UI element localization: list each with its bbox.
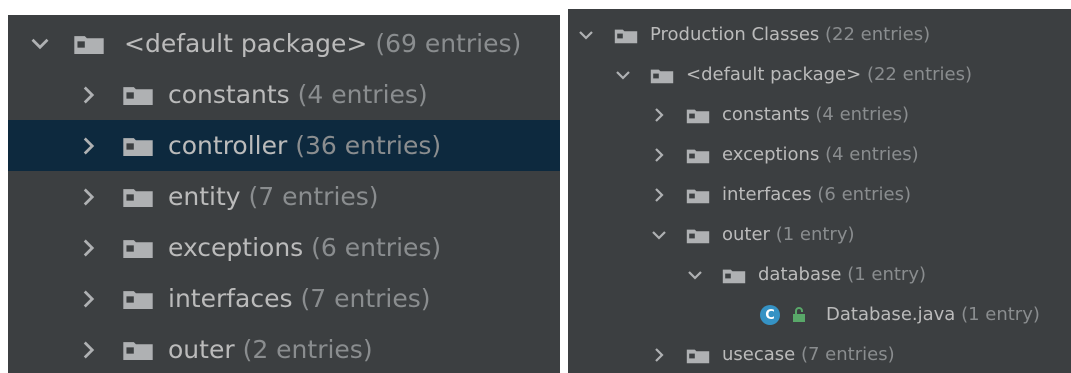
chevron-right-icon[interactable] — [76, 69, 100, 120]
tree-node-count: (36 entries) — [295, 131, 442, 160]
tree-node-count: (7 entries) — [248, 182, 379, 211]
tree-node-count: (1 entry) — [847, 264, 926, 285]
chevron-down-icon[interactable] — [614, 55, 632, 95]
class-icon: C — [760, 305, 780, 325]
tree-node-label: interfaces — [722, 184, 812, 205]
folder-icon — [650, 68, 674, 84]
tree-node-label: entity — [168, 182, 241, 211]
tree-node-count: (4 entries) — [815, 104, 909, 125]
folder-icon — [686, 228, 710, 244]
tree-node-label: usecase — [722, 344, 796, 365]
tree-node-label: interfaces — [168, 284, 293, 313]
tree-node-count: (1 entry) — [775, 224, 855, 245]
tree-node-count: (22 entries) — [866, 64, 973, 85]
tree-node-constants[interactable]: constants (4 entries) — [8, 69, 560, 120]
tree-node-count: (7 entries) — [800, 344, 895, 365]
tree-node-label: database — [758, 264, 842, 285]
tree-node-label: outer — [168, 335, 235, 364]
folder-icon — [686, 188, 710, 204]
folder-icon — [722, 268, 746, 284]
tree-node-controller[interactable]: controller (36 entries) — [8, 120, 560, 171]
chevron-right-icon[interactable] — [650, 95, 668, 135]
lock-open-icon — [792, 307, 806, 328]
chevron-down-icon[interactable] — [686, 255, 704, 295]
tree-node-production-classes[interactable]: Production Classes (22 entries) — [568, 15, 1071, 55]
tree-node-default-package[interactable]: <default package> (69 entries) — [8, 18, 560, 69]
tree-node-label: exceptions — [168, 233, 304, 262]
folder-icon — [123, 136, 153, 157]
tree-node-label: outer — [722, 224, 770, 245]
folder-icon — [123, 340, 153, 361]
folder-icon — [686, 148, 710, 164]
chevron-right-icon[interactable] — [650, 135, 668, 175]
tree-node-label: constants — [168, 80, 290, 109]
tree-node-count: (69 entries) — [375, 29, 522, 58]
tree-node-label: controller — [168, 131, 288, 160]
tree-node-outer[interactable]: outer (2 entries) — [8, 324, 560, 373]
tree-node-count: (7 entries) — [300, 284, 431, 313]
folder-icon — [686, 108, 710, 124]
tree-node-label: constants — [722, 104, 810, 125]
folder-icon — [686, 348, 710, 364]
chevron-right-icon[interactable] — [76, 324, 100, 373]
tree-node-label: Production Classes — [650, 24, 820, 45]
tree-node-count: (4 entries) — [825, 144, 919, 165]
folder-icon — [123, 85, 153, 106]
tree-node-default-package[interactable]: <default package> (22 entries) — [568, 55, 1071, 95]
tree-node-count: (6 entries) — [817, 184, 912, 205]
tree-node-count: (22 entries) — [825, 24, 931, 45]
tree-node-database[interactable]: database (1 entry) — [568, 255, 1071, 295]
chevron-right-icon[interactable] — [76, 222, 100, 273]
folder-icon — [123, 289, 153, 310]
tree-node-label: <default package> — [124, 29, 368, 58]
project-tree-right: Production Classes (22 entries) <default… — [568, 9, 1071, 373]
tree-node-count: (1 entry) — [961, 304, 1040, 325]
chevron-right-icon[interactable] — [650, 175, 668, 215]
project-tree-left: <default package> (69 entries) constants… — [8, 15, 560, 373]
tree-node-label: Database.java — [826, 304, 956, 325]
tree-node-exceptions[interactable]: exceptions (4 entries) — [568, 135, 1071, 175]
tree-node-usecase[interactable]: usecase (7 entries) — [568, 335, 1071, 373]
folder-icon — [123, 187, 153, 208]
chevron-down-icon[interactable] — [650, 215, 668, 255]
tree-node-interfaces[interactable]: interfaces (7 entries) — [8, 273, 560, 324]
chevron-right-icon[interactable] — [76, 120, 100, 171]
tree-node-label: exceptions — [722, 144, 820, 165]
tree-node-interfaces[interactable]: interfaces (6 entries) — [568, 175, 1071, 215]
chevron-right-icon[interactable] — [650, 335, 668, 373]
tree-node-exceptions[interactable]: exceptions (6 entries) — [8, 222, 560, 273]
tree-node-constants[interactable]: constants (4 entries) — [568, 95, 1071, 135]
chevron-right-icon[interactable] — [76, 273, 100, 324]
tree-node-count: (4 entries) — [297, 80, 428, 109]
tree-node-database-java[interactable]: C Database.java (1 entry) — [568, 295, 1071, 335]
chevron-right-icon[interactable] — [76, 171, 100, 222]
folder-icon — [614, 28, 638, 44]
tree-node-count: (6 entries) — [311, 233, 442, 262]
folder-icon — [74, 34, 104, 55]
chevron-down-icon[interactable] — [577, 15, 595, 55]
chevron-down-icon[interactable] — [28, 18, 52, 69]
tree-node-entity[interactable]: entity (7 entries) — [8, 171, 560, 222]
folder-icon — [123, 238, 153, 259]
tree-node-outer[interactable]: outer (1 entry) — [568, 215, 1071, 255]
tree-node-count: (2 entries) — [242, 335, 373, 364]
tree-node-label: <default package> — [686, 64, 862, 85]
